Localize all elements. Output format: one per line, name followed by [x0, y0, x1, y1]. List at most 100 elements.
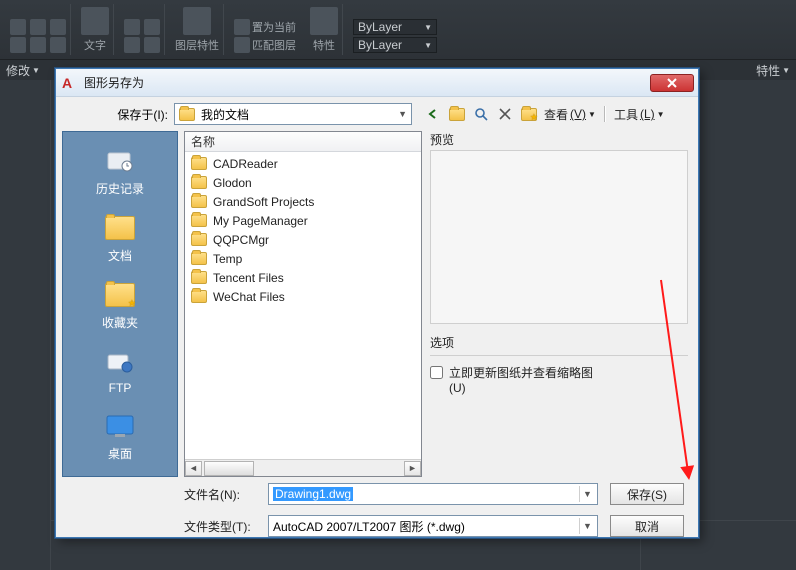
dialog-footer: 文件名(N): Drawing1.dwg ▼ 保存(S) 文件类型(T): Au…	[56, 477, 698, 537]
search-web-button[interactable]	[472, 105, 490, 123]
list-item[interactable]: Tencent Files	[185, 268, 421, 287]
folder-icon	[191, 157, 207, 170]
panel-modify-label: 修改	[6, 62, 30, 79]
options-label: 选项	[430, 334, 688, 351]
dim-icon[interactable]	[144, 19, 160, 35]
tools-menu-key: (L)	[640, 107, 655, 121]
save-button[interactable]: 保存(S)	[610, 483, 684, 505]
scroll-left-button[interactable]: ◄	[185, 461, 202, 476]
props-icon[interactable]	[310, 7, 338, 35]
chevron-down-icon: ▼	[782, 66, 790, 75]
file-name: WeChat Files	[213, 290, 285, 304]
sidebar-item-label: 桌面	[108, 445, 132, 462]
color-combo[interactable]: ByLayer▼	[353, 19, 437, 35]
panel-props-label: 特性	[756, 62, 780, 79]
filename-value: Drawing1.dwg	[273, 487, 353, 501]
chevron-down-icon: ▼	[424, 41, 432, 50]
filetype-combo[interactable]: AutoCAD 2007/LT2007 图形 (*.dwg) ▼	[268, 515, 598, 537]
panel-props[interactable]: 特性▼	[756, 62, 790, 79]
cancel-button[interactable]: 取消	[610, 515, 684, 537]
color-combo-value: ByLayer	[358, 20, 402, 34]
folder-icon	[191, 271, 207, 284]
props-label: 特性	[313, 37, 335, 53]
matchlayer-label[interactable]: 匹配图层	[252, 37, 296, 53]
list-item[interactable]: Temp	[185, 249, 421, 268]
chevron-down-icon[interactable]: ▼	[579, 518, 595, 534]
table-icon[interactable]	[124, 37, 140, 53]
sidebar-item-history[interactable]: 历史记录	[63, 142, 177, 201]
save-in-row: 保存于(I): 我的文档 ▼ 查看(V) ▼ 工具(L) ▼	[56, 97, 698, 131]
cancel-button-label: 取消	[635, 518, 659, 535]
trim-icon[interactable]	[50, 19, 66, 35]
stretch-icon[interactable]	[30, 37, 46, 53]
checkbox-input[interactable]	[430, 366, 443, 379]
layermisc-icon[interactable]	[234, 19, 250, 35]
dialog-title: 图形另存为	[84, 74, 644, 91]
filetype-label: 文件类型(T):	[184, 518, 262, 535]
text-label: 文字	[84, 37, 106, 53]
save-in-combo[interactable]: 我的文档 ▼	[174, 103, 412, 125]
file-name: CADReader	[213, 157, 278, 171]
layerprops-icon[interactable]	[183, 7, 211, 35]
documents-icon	[102, 213, 138, 243]
list-item[interactable]: GrandSoft Projects	[185, 192, 421, 211]
ribbon-group-layers: 图层特性	[171, 4, 224, 55]
filename-label: 文件名(N):	[184, 486, 262, 503]
folder-icon	[191, 290, 207, 303]
file-name: Tencent Files	[213, 271, 284, 285]
new-folder-button[interactable]	[520, 105, 538, 123]
separator	[604, 106, 606, 122]
makecurrent-label[interactable]: 置为当前	[252, 19, 296, 35]
sidebar-item-label: 历史记录	[96, 180, 144, 197]
sidebar-item-desktop[interactable]: 桌面	[63, 407, 177, 466]
ribbon-group-layer-tools: 置为当前 匹配图层	[230, 4, 300, 55]
panel-modify[interactable]: 修改▼	[6, 62, 40, 79]
places-bar: 历史记录 文档 收藏夹 FTP 桌面	[62, 131, 178, 477]
up-folder-button[interactable]	[448, 105, 466, 123]
h-scrollbar[interactable]: ◄ ►	[185, 459, 421, 476]
chevron-down-icon: ▼	[588, 110, 596, 119]
file-name: QQPCMgr	[213, 233, 269, 247]
ftp-icon	[102, 347, 138, 377]
scroll-thumb[interactable]	[204, 461, 254, 476]
sidebar-item-label: 文档	[108, 247, 132, 264]
array-icon[interactable]	[10, 37, 26, 53]
save-in-label: 保存于(I):	[80, 106, 168, 123]
list-item[interactable]: CADReader	[185, 154, 421, 173]
sidebar-item-favorites[interactable]: 收藏夹	[63, 276, 177, 335]
tools-menu[interactable]: 工具(L) ▼	[614, 106, 665, 123]
column-header-name[interactable]: 名称	[185, 132, 421, 152]
linetype-combo[interactable]: ByLayer▼	[353, 37, 437, 53]
chevron-down-icon: ▼	[398, 109, 407, 119]
tools-menu-label: 工具	[614, 106, 638, 123]
ribbon: 文字 图层特性 置为当前 匹配图层 特性 ByLayer▼ ByLayer▼	[0, 0, 796, 60]
checkbox-label: 立即更新图纸并查看缩略图(U)	[449, 364, 599, 395]
preview-label: 预览	[430, 131, 688, 148]
save-in-value: 我的文档	[201, 106, 249, 123]
sidebar-item-documents[interactable]: 文档	[63, 209, 177, 268]
text-icon[interactable]	[81, 7, 109, 35]
mirror-icon[interactable]	[30, 19, 46, 35]
file-list[interactable]: 名称 CADReader Glodon GrandSoft Projects M…	[184, 131, 422, 477]
sidebar-item-ftp[interactable]: FTP	[63, 343, 177, 399]
list-item[interactable]: QQPCMgr	[185, 230, 421, 249]
view-menu[interactable]: 查看(V) ▼	[544, 106, 596, 123]
note-icon[interactable]	[144, 37, 160, 53]
list-item[interactable]: WeChat Files	[185, 287, 421, 306]
dialog-titlebar[interactable]: 图形另存为	[56, 69, 698, 97]
scale-icon[interactable]	[50, 37, 66, 53]
close-button[interactable]	[650, 74, 694, 92]
matchlayer-icon[interactable]	[234, 37, 250, 53]
view-menu-label: 查看	[544, 106, 568, 123]
list-item[interactable]: My PageManager	[185, 211, 421, 230]
update-thumbnail-checkbox[interactable]: 立即更新图纸并查看缩略图(U)	[430, 364, 688, 395]
scroll-right-button[interactable]: ►	[404, 461, 421, 476]
chevron-down-icon[interactable]: ▼	[579, 486, 595, 502]
back-button[interactable]	[424, 105, 442, 123]
delete-button[interactable]	[496, 105, 514, 123]
view-menu-key: (V)	[570, 107, 586, 121]
fillet-icon[interactable]	[10, 19, 26, 35]
leader-icon[interactable]	[124, 19, 140, 35]
list-item[interactable]: Glodon	[185, 173, 421, 192]
filename-input[interactable]: Drawing1.dwg ▼	[268, 483, 598, 505]
